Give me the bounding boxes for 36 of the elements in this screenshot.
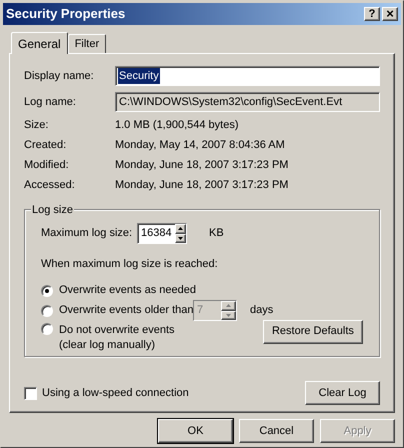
field-value: Monday, June 18, 2007 3:17:23 PM: [115, 158, 288, 174]
field-label: Created:: [24, 138, 68, 154]
field-label: Size:: [24, 118, 50, 134]
spin-up-icon[interactable]: [174, 224, 186, 234]
field-label: Accessed:: [24, 178, 76, 194]
option-note: (clear log manually): [59, 338, 155, 352]
help-button[interactable]: ?: [364, 7, 380, 21]
unit-label: KB: [209, 226, 224, 242]
option-label[interactable]: Do not overwrite events: [59, 322, 175, 338]
field-label: Display name:: [24, 68, 95, 84]
radio-button[interactable]: [41, 284, 53, 296]
spin-down-icon[interactable]: [174, 234, 186, 243]
field-label: Maximum log size:: [41, 226, 134, 242]
field-label: Log name:: [24, 94, 77, 110]
log-name-field: C:\WINDOWS\System32\config\SecEvent.Evt: [115, 92, 380, 112]
unit-label: days: [250, 303, 274, 318]
field-label: Modified:: [24, 158, 70, 174]
group-title: Log size: [31, 202, 74, 218]
dialog-button[interactable]: Cancel: [239, 419, 314, 443]
restore-defaults-button[interactable]: Restore Defaults: [262, 320, 363, 344]
option-label[interactable]: Overwrite events as needed: [59, 282, 196, 299]
field-value: Monday, May 14, 2007 8:04:36 AM: [115, 138, 285, 154]
field-value: Monday, June 18, 2007 3:17:23 PM: [115, 178, 288, 194]
section-label: When maximum log size is reached:: [41, 257, 218, 272]
spin-field[interactable]: 16384: [137, 223, 187, 244]
close-button[interactable]: ×: [382, 7, 398, 21]
tab[interactable]: Filter: [68, 34, 106, 53]
clear-log-button[interactable]: Clear Log: [305, 381, 380, 405]
display-name-field[interactable]: Security: [115, 66, 380, 86]
checkbox[interactable]: [24, 386, 37, 400]
dialog-button[interactable]: OK: [158, 419, 233, 443]
window-title: Security Properties: [6, 5, 126, 24]
checkbox-label[interactable]: Using a low-speed connection: [42, 384, 305, 402]
field-value: 1.0 MB (1,900,544 bytes): [115, 118, 239, 134]
radio-button[interactable]: [41, 322, 53, 334]
tab[interactable]: General: [11, 32, 68, 54]
